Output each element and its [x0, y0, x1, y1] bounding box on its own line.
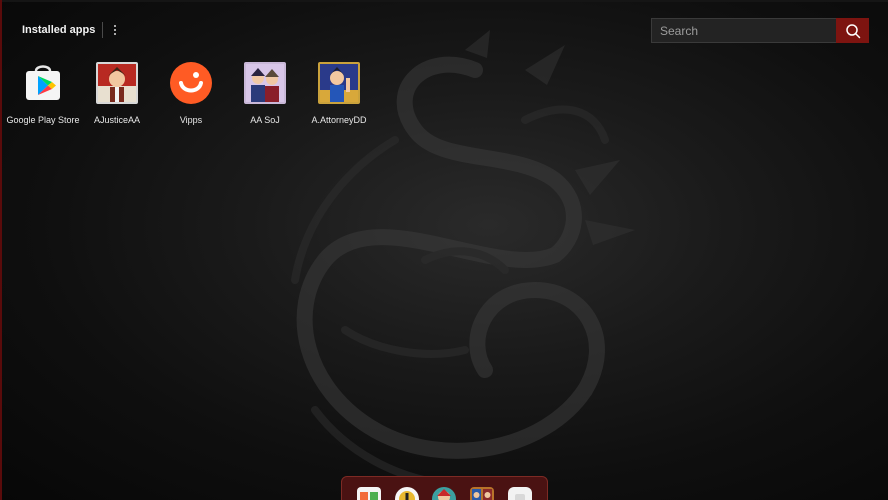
desktop-screen: Installed apps Search Google Play Store …: [0, 0, 888, 500]
app-dock: [341, 476, 548, 500]
search-input[interactable]: [651, 18, 836, 43]
header-divider: [102, 22, 104, 38]
game-character-app-icon[interactable]: [431, 486, 457, 500]
game-art-app-icon[interactable]: [469, 486, 495, 500]
search-icon: [845, 23, 860, 38]
gallery-app-icon[interactable]: [356, 486, 382, 500]
white-app-icon[interactable]: [507, 486, 533, 500]
app-aa-soj[interactable]: AA SoJ: [228, 61, 302, 125]
search-button[interactable]: [836, 18, 869, 43]
attorney-dd-app-icon: [317, 61, 361, 105]
ajusticeaa-app-icon: [95, 61, 139, 105]
left-frame: [0, 0, 2, 500]
vipps-app-icon: [169, 61, 213, 105]
app-label: A.AttorneyDD: [311, 115, 367, 125]
top-frame: [0, 0, 888, 2]
apps-header: Installed apps: [22, 20, 120, 40]
app-vipps[interactable]: Vipps: [154, 61, 228, 125]
app-label: Vipps: [179, 115, 203, 125]
search-bar: [651, 18, 869, 43]
more-vertical-icon[interactable]: [110, 22, 120, 38]
app-label: Google Play Store: [6, 115, 80, 125]
page-title: Installed apps: [22, 24, 96, 36]
app-attorney-dd[interactable]: A.AttorneyDD: [302, 61, 376, 125]
app-label: AA SoJ: [250, 115, 280, 125]
google-play-store-icon: [21, 61, 65, 105]
app-ajusticeaa[interactable]: AJusticeAA: [80, 61, 154, 125]
app-google-play-store[interactable]: Google Play Store: [6, 61, 80, 125]
app-label: AJusticeAA: [93, 115, 141, 125]
aa-soj-app-icon: [243, 61, 287, 105]
installed-apps-list: Google Play Store AJusticeAA Vipps AA So…: [6, 61, 376, 125]
coin-app-icon[interactable]: [394, 486, 420, 500]
